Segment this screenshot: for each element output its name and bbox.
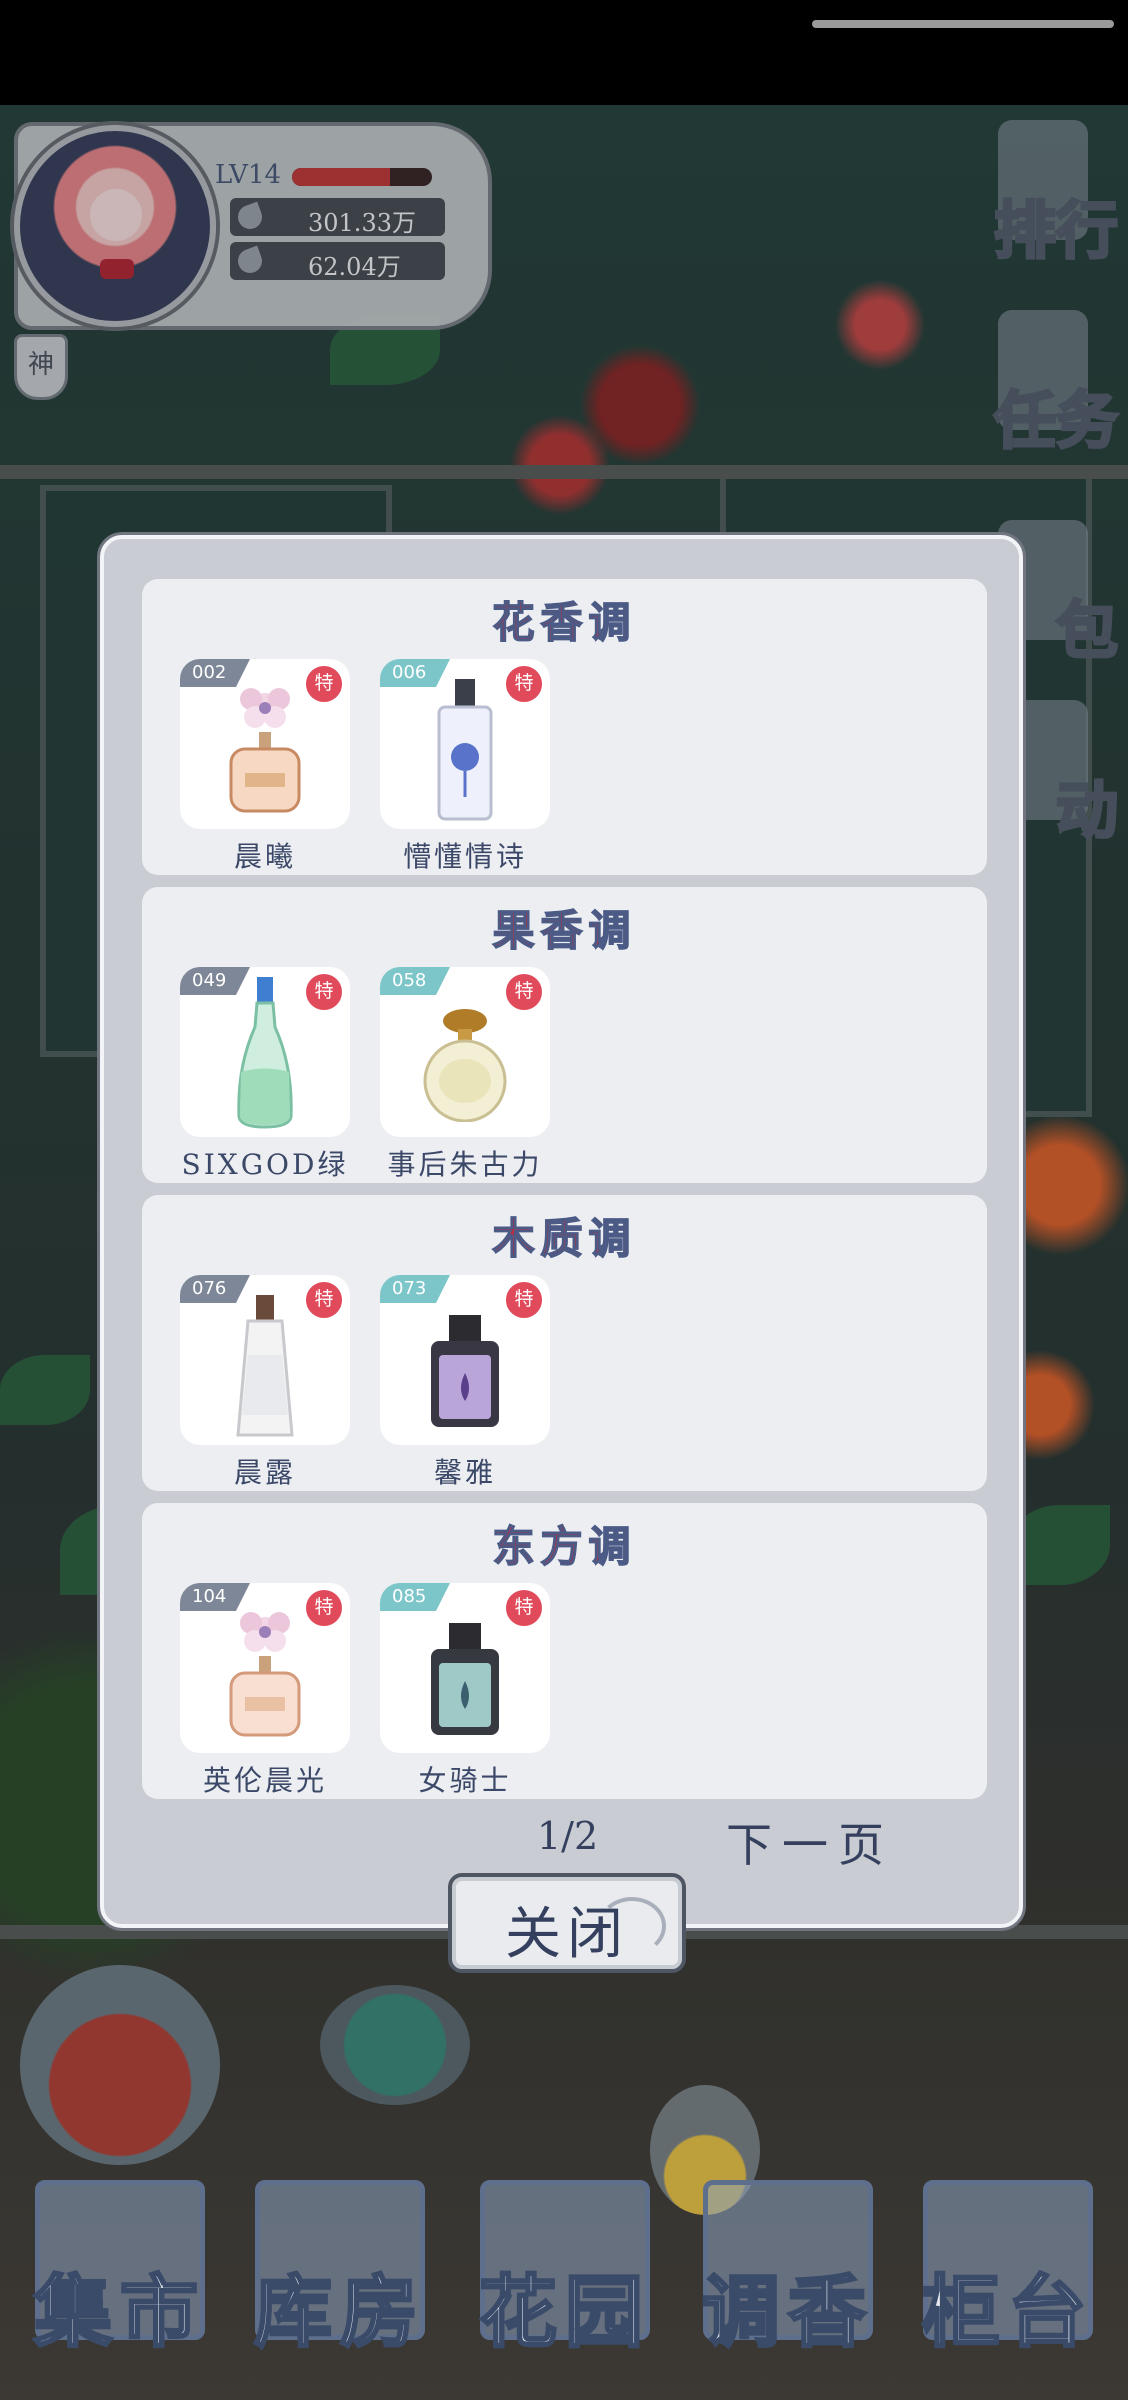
nav-blend[interactable]: 调香 [683,2160,893,2370]
category-floral: 花香调 002 特 晨曦 006 特 懵懂情诗 [142,579,987,875]
special-badge: 特 [504,664,544,704]
perfume-item[interactable]: 073 特 馨雅 [380,1275,550,1489]
nav-label: 库房 [252,2266,426,2360]
special-badge: 特 [504,1588,544,1628]
special-badge: 特 [504,972,544,1012]
category-title: 木质调 [492,1213,637,1264]
perfume-item[interactable]: 104 特 英伦晨光 [180,1583,350,1797]
perfume-item[interactable]: 006 特 懵懂情诗 [380,659,550,873]
perfume-name: 事后朱古力 [387,1148,543,1181]
special-badge: 特 [304,972,344,1012]
perfume-item[interactable]: 058 特 事后朱古力 [380,967,550,1181]
nav-market[interactable]: 集市 [15,2160,225,2370]
category-woody: 木质调 076 特 晨露 073 特 馨雅 [142,1195,987,1491]
bottom-navigation: 集市 库房 花园 调香 柜台 [0,2150,1128,2380]
perfume-name: 馨雅 [433,1456,496,1489]
perfume-card[interactable]: 076 特 [180,1275,350,1445]
perfume-card[interactable]: 002 特 [180,659,350,829]
perfume-name: 女骑士 [418,1764,512,1797]
nav-warehouse[interactable]: 库房 [235,2160,445,2370]
nav-label: 调香 [700,2266,874,2360]
perfume-card[interactable]: 073 特 [380,1275,550,1445]
next-page-button[interactable]: 下一页 [726,1809,894,1875]
nav-counter[interactable]: 柜台 [903,2160,1113,2370]
green-bottle-icon [237,977,293,1129]
status-bar [0,0,1128,105]
round-perfume-bottle-icon [423,1009,507,1122]
teal-bottle-icon [431,1623,499,1735]
perfume-card[interactable]: 006 特 [380,659,550,829]
perfume-name: 懵懂情诗 [402,840,527,873]
category-oriental: 东方调 104 特 英伦晨光 085 特 女骑士 [142,1503,987,1799]
category-title: 花香调 [492,597,637,648]
special-badge: 特 [504,1280,544,1320]
clear-bottle-icon [236,1295,294,1437]
item-number-tag: 085 [380,1583,450,1611]
category-title: 东方调 [492,1521,637,1572]
perfume-name: SIXGOD绿 [181,1148,349,1181]
item-number-tag: 073 [380,1275,450,1303]
gesture-pill [812,20,1114,28]
rose-perfume-bottle-icon [437,679,493,821]
swirl-decoration-icon [598,1897,666,1955]
perfume-name: 晨露 [233,1456,296,1489]
perfume-name: 晨曦 [233,840,296,873]
page-indicator: 1/2 [537,1814,599,1858]
perfume-item[interactable]: 002 特 晨曦 [180,659,350,873]
perfume-item[interactable]: 076 特 晨露 [180,1275,350,1489]
item-number-tag: 058 [380,967,450,995]
special-badge: 特 [304,1280,344,1320]
perfume-card[interactable]: 049 特 [180,967,350,1137]
perfume-card[interactable]: 085 特 [380,1583,550,1753]
nav-label: 花园 [477,2266,651,2360]
floral-perfume-bottle-icon [229,688,301,813]
category-fruity: 果香调 049 特 SIXGOD绿 058 特 事后朱古力 [142,887,987,1183]
perfume-item[interactable]: 085 特 女骑士 [380,1583,550,1797]
category-title: 果香调 [492,905,637,956]
perfume-name: 英伦晨光 [202,1764,327,1797]
nav-garden[interactable]: 花园 [460,2160,670,2370]
floral-perfume-bottle-icon [229,1612,301,1737]
close-button[interactable]: 关闭 [448,1873,686,1973]
perfume-collection-dialog: 花香调 002 特 晨曦 006 特 懵懂情诗 果香调 049 特 SIXGOD… [100,535,1023,1928]
nav-label: 柜台 [920,2266,1094,2360]
nav-label: 集市 [32,2266,206,2360]
perfume-card[interactable]: 104 特 [180,1583,350,1753]
purple-bottle-icon [431,1315,499,1427]
perfume-item[interactable]: 049 特 SIXGOD绿 [180,967,350,1181]
perfume-card[interactable]: 058 特 [380,967,550,1137]
